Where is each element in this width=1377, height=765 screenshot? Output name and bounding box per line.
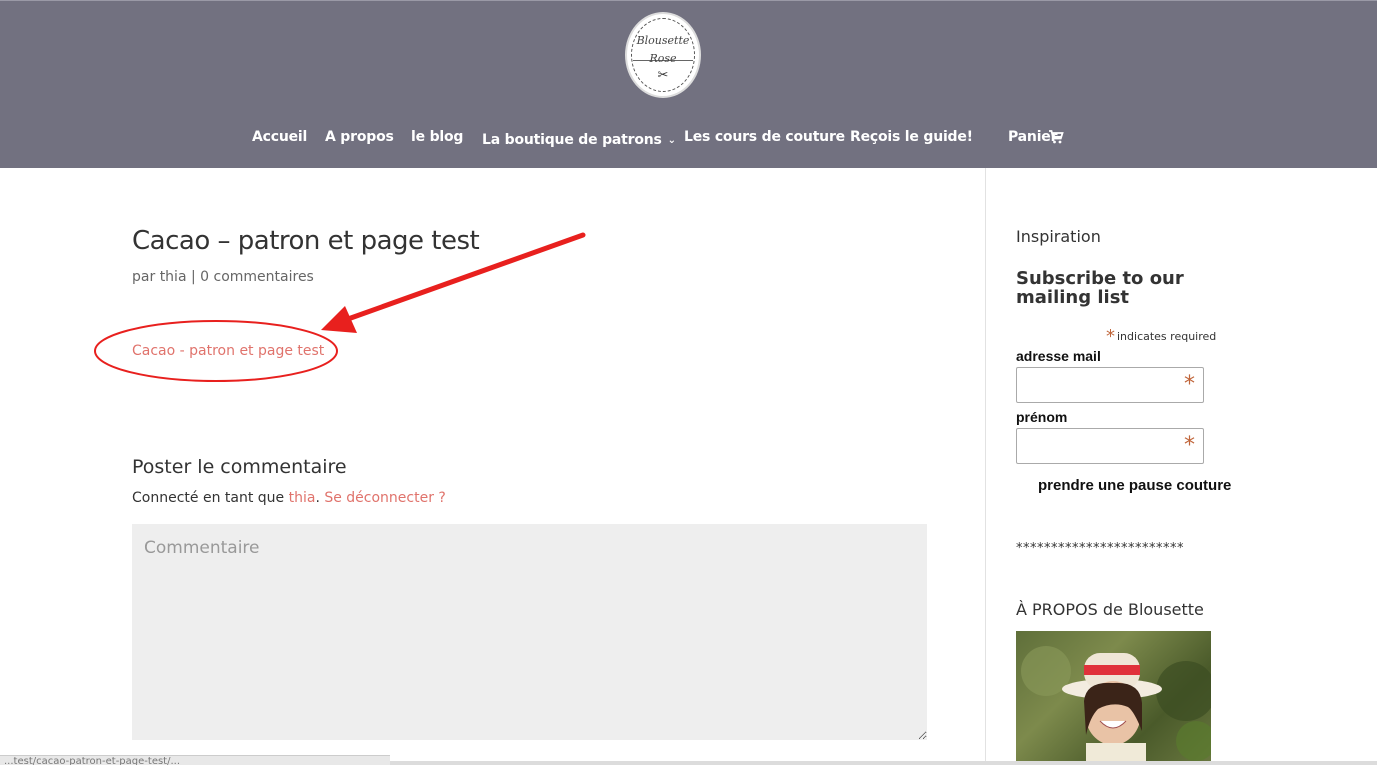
site-logo[interactable]: Blousette Rose ✂ bbox=[625, 12, 701, 98]
logo-text-line1: Blousette bbox=[636, 34, 690, 47]
post-title: Cacao – patron et page test bbox=[132, 226, 480, 256]
logout-link[interactable]: Se déconnecter ? bbox=[324, 490, 446, 506]
site-header: Blousette Rose ✂ Accueil A propos le blo… bbox=[0, 0, 1377, 168]
pdf-download-link[interactable]: Cacao - patron et page test bbox=[132, 343, 324, 359]
required-asterisk: * bbox=[1106, 326, 1115, 347]
firstname-required-asterisk: * bbox=[1184, 433, 1195, 458]
about-title: À PROPOS de Blousette bbox=[1016, 600, 1204, 619]
logo-text-line2: Rose bbox=[649, 52, 677, 65]
user-link[interactable]: thia bbox=[289, 490, 316, 506]
subscribe-title: Subscribe to our mailing list bbox=[1016, 268, 1184, 308]
meta-separator: | bbox=[190, 269, 196, 285]
nav-item-boutique-label: La boutique de patrons bbox=[482, 132, 662, 148]
email-label: adresse mail bbox=[1016, 348, 1101, 364]
logged-prefix: Connecté en tant que bbox=[132, 490, 285, 506]
nav-item-cours[interactable]: Les cours de couture bbox=[684, 129, 845, 145]
stars-divider: ************************ bbox=[1016, 541, 1184, 556]
post-meta: par thia | 0 commentaires bbox=[132, 269, 314, 285]
comments-count-link[interactable]: 0 commentaires bbox=[200, 269, 314, 285]
logged-in-line: Connecté en tant que thia. Se déconnecte… bbox=[132, 490, 446, 506]
meta-by: par bbox=[132, 269, 156, 285]
firstname-field[interactable]: * bbox=[1016, 428, 1204, 464]
nav-item-blog[interactable]: le blog bbox=[411, 129, 463, 145]
nav-item-a-propos[interactable]: A propos bbox=[325, 129, 394, 145]
subscribe-button[interactable]: prendre une pause couture bbox=[1038, 477, 1231, 494]
sidebar-divider bbox=[985, 168, 986, 765]
main-nav: Accueil A propos le blog La boutique de … bbox=[0, 129, 1377, 149]
email-required-asterisk: * bbox=[1184, 372, 1195, 397]
required-note: * indicates required bbox=[1106, 324, 1217, 347]
browser-status-bar: ...test/cacao-patron-et-page-test/... bbox=[0, 755, 390, 765]
author-link[interactable]: thia bbox=[160, 269, 187, 285]
comment-heading: Poster le commentaire bbox=[132, 456, 347, 478]
chevron-down-icon: ⌄ bbox=[667, 135, 676, 146]
bottom-scrollbar-track bbox=[390, 761, 1377, 765]
email-field[interactable]: * bbox=[1016, 367, 1204, 403]
cart-icon[interactable] bbox=[1048, 129, 1064, 145]
nav-item-boutique[interactable]: La boutique de patrons ⌄ bbox=[482, 129, 676, 148]
firstname-label: prénom bbox=[1016, 409, 1068, 425]
nav-item-accueil[interactable]: Accueil bbox=[252, 129, 307, 145]
scissors-icon: ✂ bbox=[657, 68, 669, 83]
sidebar-inspiration-title: Inspiration bbox=[1016, 227, 1101, 246]
about-photo-illustration bbox=[1021, 646, 1211, 765]
about-photo bbox=[1016, 631, 1211, 765]
required-note-text: indicates required bbox=[1117, 330, 1217, 343]
nav-item-guide[interactable]: Reçois le guide! bbox=[850, 129, 973, 145]
comment-textarea[interactable] bbox=[132, 524, 927, 740]
